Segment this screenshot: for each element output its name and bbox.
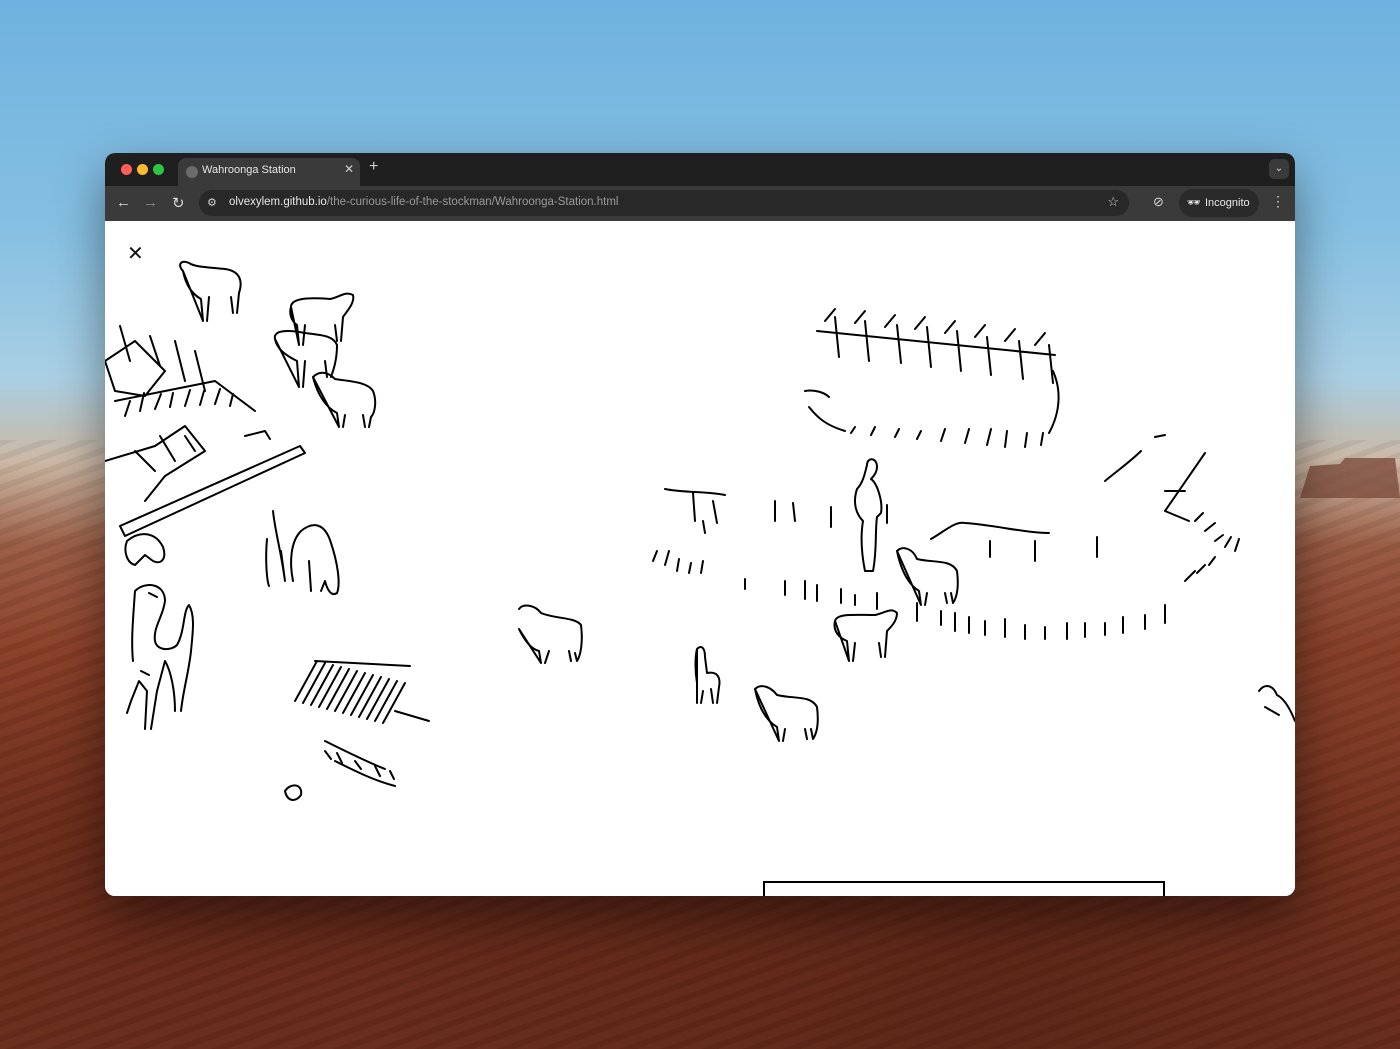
kebab-menu-icon[interactable]: ⋮	[1271, 193, 1285, 210]
address-bar[interactable]: ⚙ olvexylem.github.io/the-curious-life-o…	[199, 190, 1129, 216]
llama	[694, 646, 721, 704]
url-text: olvexylem.github.io/the-curious-life-of-…	[229, 196, 618, 208]
hay-bale-sketch	[284, 660, 430, 801]
page-content: ✕	[105, 221, 1295, 896]
new-tab-button[interactable]: +	[369, 158, 378, 176]
sheep-stack-middle	[273, 330, 338, 388]
stockyard-posts	[652, 434, 1240, 640]
sheep-stack-bottom	[312, 371, 377, 428]
tab-close-icon[interactable]: ✕	[344, 162, 354, 176]
star-icon[interactable]: ☆	[1107, 194, 1119, 210]
sheep-top-left	[179, 260, 242, 322]
stockman-figure	[854, 458, 883, 572]
tab-active[interactable]: Wahroonga Station ✕	[178, 158, 360, 186]
toolbar: ← → ↻ ⚙ olvexylem.github.io/the-curious-…	[105, 186, 1295, 221]
sheep-right-upper	[896, 547, 959, 606]
caption-panel	[763, 881, 1165, 896]
incognito-label: Incognito	[1205, 197, 1250, 209]
top-right-shed	[804, 308, 1060, 448]
reload-icon[interactable]: ↻	[172, 194, 185, 212]
horse-rider	[126, 584, 194, 730]
right-edge-figure	[1258, 685, 1295, 722]
arrow-left-icon[interactable]: ←	[116, 194, 131, 211]
arrow-right-icon[interactable]: →	[143, 194, 158, 211]
incognito-chip[interactable]: 🕶 Incognito	[1179, 189, 1259, 217]
maximize-window-button[interactable]	[153, 164, 164, 175]
sheep-bottom-center	[754, 685, 819, 742]
sheep-right-lower	[833, 609, 898, 662]
close-window-button[interactable]	[121, 164, 132, 175]
tab-title: Wahroonga Station	[202, 164, 296, 176]
close-icon[interactable]: ✕	[127, 241, 144, 266]
horse-head-left	[124, 533, 166, 566]
minimize-window-button[interactable]	[137, 164, 148, 175]
url-path: /the-curious-life-of-the-stockman/Wahroo…	[326, 196, 619, 208]
left-shed-sketch	[105, 325, 306, 537]
stockman-scene-drawing	[105, 260, 1295, 801]
sheep-stack-top	[289, 292, 355, 346]
browser-window: Wahroonga Station ✕ + ⌄ ← → ↻ ⚙ olvexyle…	[105, 153, 1295, 896]
grazing-horse	[265, 510, 340, 595]
incognito-icon: 🕶	[1187, 197, 1201, 209]
tune-icon[interactable]: ⚙	[207, 196, 221, 210]
extension-icon[interactable]: ⊘	[1153, 194, 1164, 210]
chevron-down-icon[interactable]: ⌄	[1269, 159, 1289, 179]
sheep-center-left	[518, 604, 583, 664]
url-host: olvexylem.github.io	[229, 196, 327, 208]
globe-icon	[186, 166, 198, 178]
tab-strip: Wahroonga Station ✕ + ⌄	[105, 153, 1295, 186]
